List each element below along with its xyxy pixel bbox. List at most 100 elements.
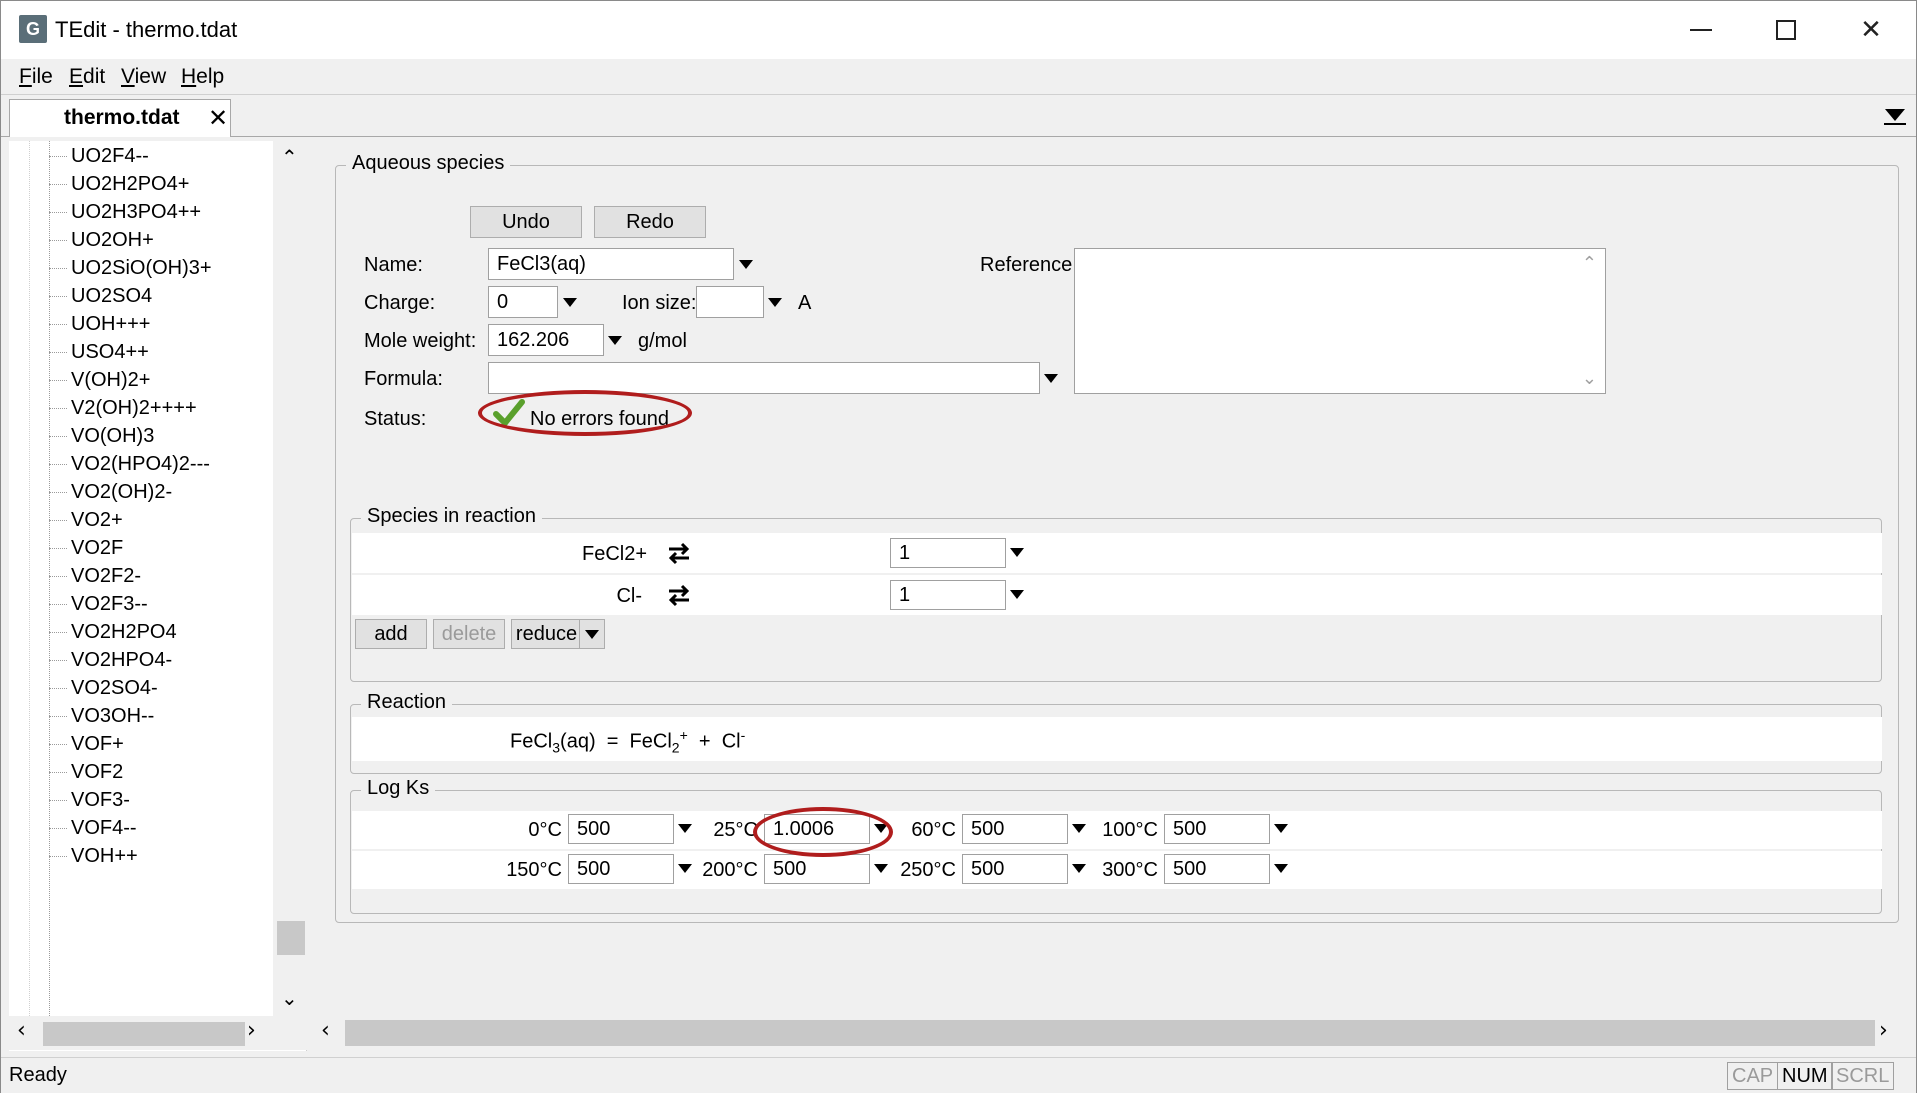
log-ks-group: Log Ks 0°C 500 25°C 1.0006 60°C 500 100°… <box>350 777 1882 914</box>
scroll-down-icon[interactable]: ⌄ <box>1582 368 1597 389</box>
product-2-charge: - <box>740 727 746 743</box>
scroll-right-icon[interactable]: › <box>247 1018 256 1043</box>
close-icon: ✕ <box>1860 15 1882 45</box>
scroll-lock-indicator: SCRL <box>1831 1062 1895 1090</box>
tab-close-icon[interactable]: ✕ <box>208 104 228 132</box>
status-label: Status: <box>364 408 427 430</box>
minimize-button[interactable] <box>1671 7 1731 53</box>
logk-field[interactable]: 500 <box>962 814 1068 844</box>
mole-weight-label: Mole weight: <box>364 330 477 352</box>
reaction-equation-row: FeCl3(aq) = FeCl2+ + Cl- <box>352 717 1882 761</box>
tree-item[interactable]: VOH++ <box>49 839 138 873</box>
reduce-dropdown-button[interactable] <box>579 619 605 649</box>
mole-weight-unit: g/mol <box>638 330 687 352</box>
tab-list-dropdown-icon[interactable] <box>1883 107 1907 125</box>
coefficient-dropdown-icon[interactable] <box>1010 548 1024 557</box>
swap-direction-icon[interactable] <box>666 541 692 565</box>
app-logo-icon: G <box>19 15 47 43</box>
mole-weight-dropdown-icon[interactable] <box>608 336 622 345</box>
ion-size-field[interactable] <box>696 286 764 318</box>
reference-textarea[interactable]: ⌃ ⌄ <box>1074 248 1606 394</box>
app-window: G TEdit - thermo.tdat ✕ File Edit View H… <box>0 0 1917 1093</box>
name-dropdown-icon[interactable] <box>739 260 753 269</box>
scroll-right-icon[interactable]: › <box>1879 1018 1888 1043</box>
ion-size-label: Ion size: <box>622 292 697 314</box>
reactant-formula: FeCl <box>510 730 553 753</box>
reaction-species-name: FeCl2+ <box>582 543 648 565</box>
close-window-button[interactable]: ✕ <box>1841 7 1901 53</box>
logk-field[interactable]: 500 <box>1164 854 1270 884</box>
menu-view-label: iew <box>134 65 167 88</box>
title-bar: G TEdit - thermo.tdat ✕ <box>1 1 1916 59</box>
name-field[interactable]: FeCl3(aq) <box>488 248 734 280</box>
logk-field[interactable]: 500 <box>764 854 870 884</box>
tree-vertical-scrollbar[interactable]: ⌃ ⌄ <box>273 141 307 1016</box>
editor-horizontal-scrollbar[interactable]: ‹ › <box>313 1016 1909 1050</box>
tab-label: thermo.tdat <box>64 106 180 129</box>
reaction-species-name: Cl- <box>616 585 642 607</box>
ion-size-unit: A <box>798 292 812 314</box>
logk-dropdown-icon[interactable] <box>1072 824 1086 833</box>
menu-edit[interactable]: Edit <box>69 65 105 89</box>
tab-thermo-tdat[interactable]: thermo.tdat ✕ <box>9 99 231 137</box>
swap-direction-icon[interactable] <box>666 583 692 607</box>
ion-size-dropdown-icon[interactable] <box>768 298 782 307</box>
add-button[interactable]: add <box>355 619 427 649</box>
status-highlight-ellipse <box>478 390 692 436</box>
temp-label: 300°C <box>1102 859 1158 881</box>
logk-field[interactable]: 500 <box>962 854 1068 884</box>
menu-file-accel: F <box>19 65 32 88</box>
logk-field[interactable]: 500 <box>568 854 674 884</box>
scroll-up-icon[interactable]: ⌃ <box>1582 253 1597 274</box>
logk-dropdown-icon[interactable] <box>1274 824 1288 833</box>
status-text: Ready <box>9 1064 67 1086</box>
scroll-down-icon[interactable]: ⌄ <box>281 986 298 1010</box>
formula-label: Formula: <box>364 368 443 390</box>
logk-field[interactable]: 500 <box>568 814 674 844</box>
reaction-group: Reaction FeCl3(aq) = FeCl2+ + Cl- <box>350 691 1882 774</box>
menu-bar: File Edit View Help <box>1 59 1916 95</box>
reduce-button[interactable]: reduce <box>511 619 581 649</box>
aqueous-species-legend: Aqueous species <box>346 152 511 175</box>
temp-label: 250°C <box>900 859 956 881</box>
log-ks-row: 150°C 500 200°C 500 250°C 500 300°C 500 <box>352 851 1882 889</box>
log-ks-legend: Log Ks <box>361 777 436 800</box>
maximize-button[interactable] <box>1756 7 1816 53</box>
logk-dropdown-icon[interactable] <box>1072 864 1086 873</box>
menu-help-accel: H <box>181 65 197 88</box>
redo-button[interactable]: Redo <box>594 206 706 238</box>
menu-file[interactable]: File <box>19 65 53 89</box>
species-tree-panel: UO2F4-- UO2H2PO4+ UO2H3PO4++ UO2OH+ UO2SiO(O… <box>9 141 307 1051</box>
mole-weight-field[interactable]: 162.206 <box>488 324 604 356</box>
tree-scroll-thumb[interactable] <box>277 921 305 955</box>
reaction-coefficient-field[interactable]: 1 <box>890 538 1006 568</box>
status-bar: Ready CAP NUM SCRL <box>1 1057 1916 1093</box>
product-1-charge: + <box>679 727 688 743</box>
coefficient-dropdown-icon[interactable] <box>1010 590 1024 599</box>
reactant-phase: (aq) <box>560 730 596 753</box>
reaction-coefficient-field[interactable]: 1 <box>890 580 1006 610</box>
scroll-left-icon[interactable]: ‹ <box>17 1018 26 1043</box>
editor-hscroll-thumb[interactable] <box>345 1020 1875 1046</box>
logk-dropdown-icon[interactable] <box>1274 864 1288 873</box>
tree-horizontal-scrollbar[interactable]: ‹ › <box>9 1016 307 1050</box>
menu-view-accel: V <box>121 65 135 88</box>
scroll-up-icon[interactable]: ⌃ <box>281 145 298 169</box>
menu-help[interactable]: Help <box>181 65 224 89</box>
chevron-down-icon <box>585 629 599 639</box>
formula-dropdown-icon[interactable] <box>1044 374 1058 383</box>
scroll-left-icon[interactable]: ‹ <box>321 1018 330 1043</box>
tab-bar: thermo.tdat ✕ <box>1 95 1916 137</box>
species-in-reaction-legend: Species in reaction <box>361 505 542 528</box>
temp-label: 200°C <box>702 859 758 881</box>
tree-hscroll-thumb[interactable] <box>43 1022 245 1046</box>
product-1-formula: FeCl <box>629 730 672 753</box>
species-editor: Aqueous species Undo Redo Name: FeCl3(aq… <box>313 141 1909 1016</box>
charge-dropdown-icon[interactable] <box>563 298 577 307</box>
menu-view[interactable]: View <box>121 65 166 89</box>
logk-field[interactable]: 500 <box>1164 814 1270 844</box>
undo-button[interactable]: Undo <box>470 206 582 238</box>
equals-sign: = <box>606 730 619 753</box>
charge-field[interactable]: 0 <box>488 286 558 318</box>
caps-lock-indicator: CAP <box>1727 1062 1779 1090</box>
